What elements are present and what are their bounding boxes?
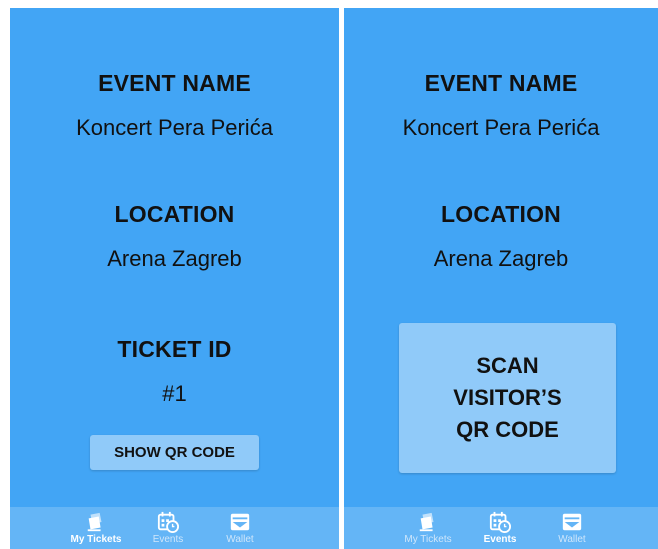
calendar-clock-icon bbox=[489, 511, 511, 533]
scan-button-line: VISITOR’S bbox=[453, 385, 562, 410]
location-heading: LOCATION bbox=[114, 201, 235, 227]
show-qr-code-button[interactable]: SHOW QR CODE bbox=[90, 435, 259, 470]
scan-button-line: SCAN bbox=[476, 353, 539, 378]
nav-label-my-tickets: My Tickets bbox=[70, 534, 122, 545]
event-scan-screen: EVENT NAME Koncert Pera Perića LOCATION … bbox=[344, 8, 658, 549]
tickets-icon bbox=[419, 512, 434, 532]
scan-button-line: QR CODE bbox=[456, 417, 559, 442]
wallet-icon bbox=[230, 513, 250, 531]
location-heading: LOCATION bbox=[441, 201, 561, 227]
ticket-detail-screen: EVENT NAME Koncert Pera Perića LOCATION … bbox=[10, 8, 339, 549]
nav-label-my-tickets: My Tickets bbox=[404, 534, 452, 545]
nav-label-wallet: Wallet bbox=[558, 534, 586, 545]
nav-item-wallet[interactable]: Wallet bbox=[536, 507, 608, 549]
nav-item-wallet[interactable]: Wallet bbox=[204, 507, 276, 549]
nav-label-events: Events bbox=[152, 534, 184, 545]
location-value: Arena Zagreb bbox=[433, 246, 569, 271]
tickets-icon bbox=[87, 512, 102, 532]
nav-item-my-tickets[interactable]: My Tickets bbox=[392, 507, 464, 549]
location-value: Arena Zagreb bbox=[107, 246, 242, 271]
nav-item-my-tickets[interactable]: My Tickets bbox=[60, 507, 132, 549]
bottom-navigation: My Tickets Events Wallet bbox=[344, 507, 658, 549]
calendar-clock-icon bbox=[157, 511, 179, 533]
scan-visitor-qr-button[interactable]: SCAN VISITOR’S QR CODE bbox=[399, 323, 616, 473]
bottom-navigation: My Tickets Events Wallet bbox=[10, 507, 339, 549]
nav-item-events[interactable]: Events bbox=[464, 507, 536, 549]
event-name-value: Koncert Pera Perića bbox=[402, 115, 600, 140]
event-name-heading: EVENT NAME bbox=[424, 70, 578, 96]
nav-label-events: Events bbox=[483, 534, 517, 545]
nav-item-events[interactable]: Events bbox=[132, 507, 204, 549]
wallet-icon bbox=[562, 513, 582, 531]
ticket-id-value: #1 bbox=[162, 381, 187, 406]
event-name-value: Koncert Pera Perića bbox=[76, 115, 273, 140]
ticket-id-heading: TICKET ID bbox=[117, 336, 232, 362]
event-name-heading: EVENT NAME bbox=[98, 70, 251, 96]
nav-label-wallet: Wallet bbox=[226, 534, 254, 545]
